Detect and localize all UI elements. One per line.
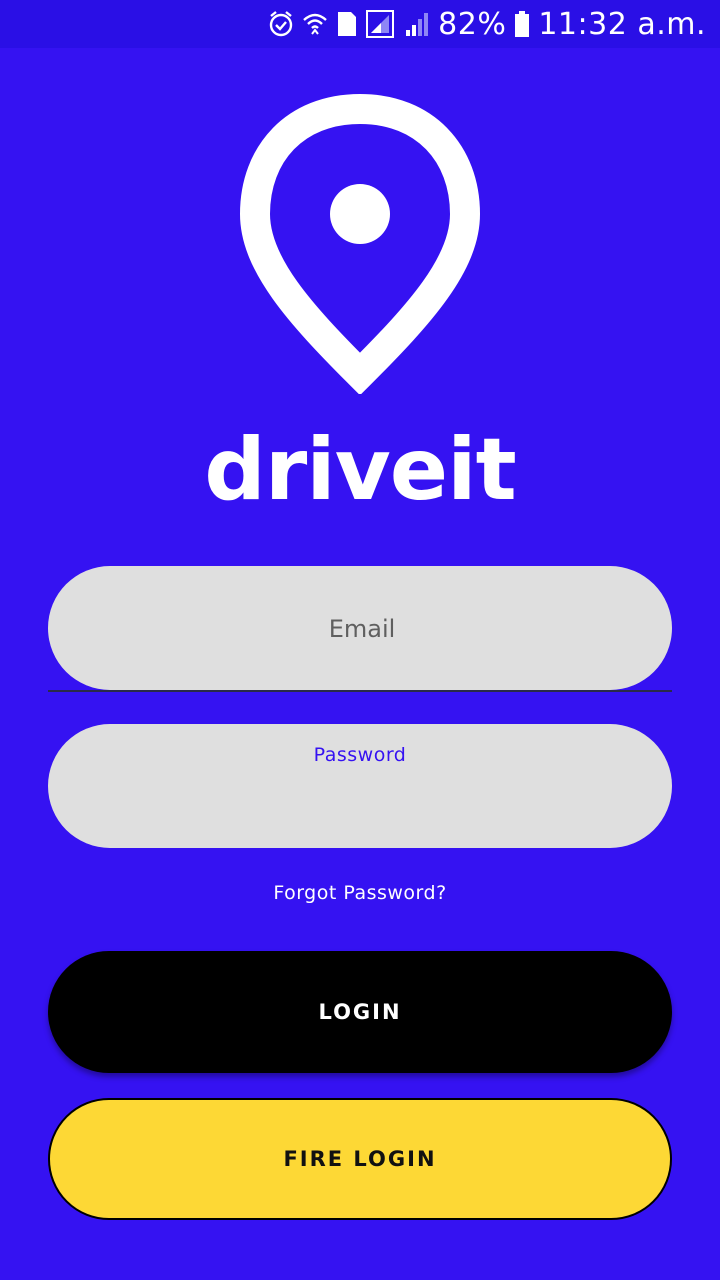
password-input[interactable]: [88, 776, 636, 828]
password-label: Password: [313, 744, 407, 766]
login-button[interactable]: LOGIN: [48, 951, 672, 1073]
sim-icon: [336, 10, 358, 38]
login-button-label: LOGIN: [318, 1000, 402, 1024]
clock: 11:32 a.m.: [538, 6, 706, 42]
signal-icon: [404, 10, 430, 38]
app-title: driveit: [204, 420, 516, 520]
wifi-icon: [302, 10, 328, 38]
email-underline: [48, 690, 672, 692]
fire-login-button-label: FIRE LOGIN: [283, 1147, 437, 1171]
location-pin-icon: [239, 93, 481, 396]
battery-percent: 82%: [438, 6, 507, 42]
password-field[interactable]: Password: [48, 724, 672, 848]
status-icons: 82% 11:32 a.m.: [268, 0, 706, 48]
battery-icon: [514, 10, 530, 38]
forgot-password-link[interactable]: Forgot Password?: [0, 882, 720, 904]
email-field[interactable]: [48, 566, 676, 692]
status-bar: 82% 11:32 a.m.: [0, 0, 720, 48]
alarm-icon: [268, 10, 294, 38]
fire-login-button[interactable]: FIRE LOGIN: [48, 1098, 672, 1220]
email-input[interactable]: [48, 566, 676, 692]
signal-icon: [366, 10, 396, 38]
